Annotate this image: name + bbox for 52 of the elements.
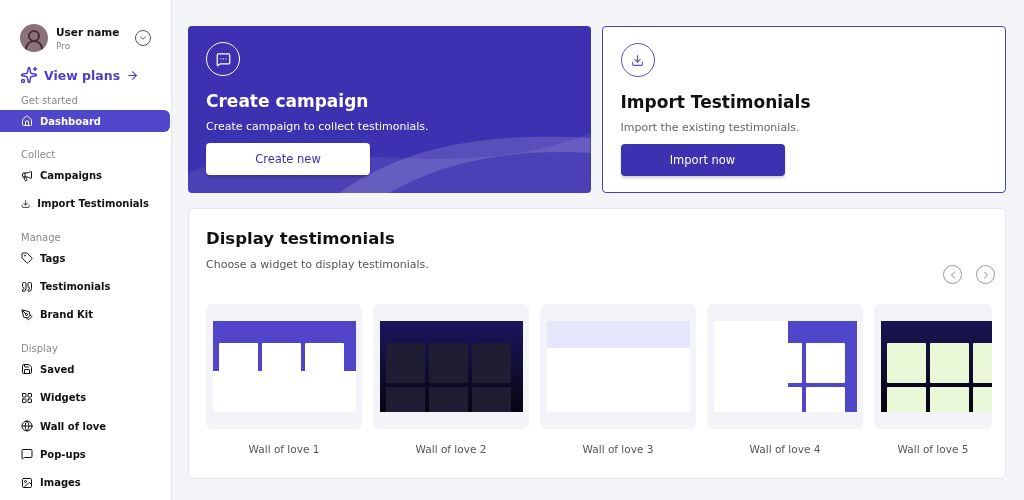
view-plans-link[interactable]: View plans (0, 66, 171, 84)
card-description: Create campaign to collect testimonials. (206, 120, 430, 133)
widget-label: Wall of love 3 (582, 443, 654, 455)
sidebar-section-title: Manage (20, 232, 62, 244)
globe-icon (21, 420, 33, 433)
sidebar-item[interactable]: Images (0, 471, 170, 494)
image-icon (21, 476, 33, 489)
widget-preview[interactable] (874, 304, 992, 429)
sidebar-item[interactable]: Widgets (0, 386, 170, 409)
card-description: Import the existing testimonials. (620, 121, 801, 134)
sidebar-section-title: Display (20, 343, 59, 355)
sidebar-item[interactable]: Pop-ups (0, 443, 170, 466)
widget-preview[interactable] (373, 304, 529, 429)
download-icon (21, 197, 31, 210)
sidebar-item[interactable]: Saved (0, 358, 170, 381)
widget-label: Wall of love 4 (749, 443, 821, 455)
sidebar-item[interactable]: Testimonials (0, 275, 170, 298)
sidebar-item[interactable]: Dashboard (0, 110, 170, 133)
sidebar-section-title: Get started (20, 95, 79, 106)
sidebar-item[interactable]: Wall of love (0, 414, 170, 438)
widget-preview[interactable] (206, 304, 362, 429)
arrow-right-icon (126, 68, 140, 82)
sidebar-item[interactable]: Brand Kit (0, 303, 170, 327)
user-name: User name (56, 25, 120, 38)
panel-title: Display testimonials (206, 229, 396, 248)
widget-label: Wall of love 2 (415, 443, 487, 455)
card-title: Import Testimonials (620, 92, 812, 112)
widget-label: Wall of love 5 (897, 443, 969, 455)
sidebar-section-title: Collect (20, 149, 57, 161)
megaphone-icon (21, 169, 33, 182)
previous-button[interactable] (943, 265, 962, 284)
card-title: Create campaign (206, 91, 370, 111)
floppy-icon (21, 363, 33, 376)
sidebar-item[interactable]: Campaigns (0, 164, 170, 187)
next-button[interactable] (976, 265, 995, 284)
widget-label: Wall of love 1 (248, 443, 320, 455)
panel-subtitle: Choose a widget to display testimonials. (206, 258, 429, 271)
home-icon (21, 115, 33, 128)
sparkle-icon (20, 66, 38, 84)
widget-preview[interactable] (707, 304, 863, 429)
pen-icon (21, 308, 33, 321)
quote-icon (21, 280, 33, 293)
user-plan: Pro (56, 40, 72, 51)
grid-icon (21, 391, 33, 404)
sidebar-item[interactable]: Import Testimonials (0, 192, 170, 216)
chevron-down-icon (138, 33, 148, 43)
sidebar-item[interactable]: Tags (0, 247, 170, 270)
account-menu-button[interactable] (135, 30, 151, 46)
tag-icon (21, 252, 33, 265)
import-now-button[interactable]: Import now (620, 144, 785, 176)
create-new-button[interactable]: Create new (206, 143, 370, 175)
speech-bubble-icon (21, 448, 33, 461)
